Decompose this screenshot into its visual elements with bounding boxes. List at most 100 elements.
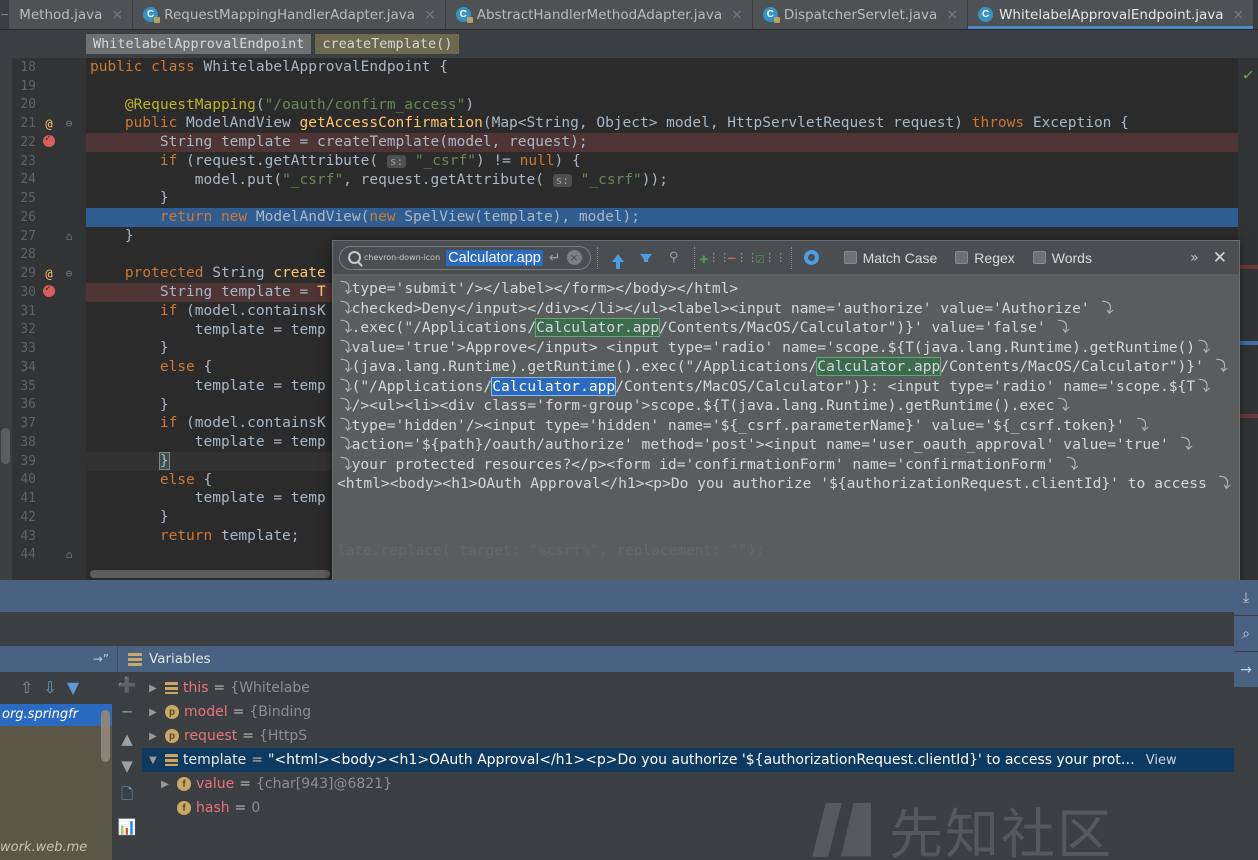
gutter-marker[interactable] [40, 283, 58, 300]
find-all-icon[interactable]: ⚲ [660, 245, 688, 271]
collapse-frames-icon[interactable]: →” [0, 646, 118, 672]
collapse-icon[interactable]: → [1234, 652, 1258, 688]
debug-tool-window[interactable]: →” Variables ⇧ ⇩ ▼ org.springfr work.web… [0, 646, 1258, 860]
variables-tree[interactable]: ▶ this = {Whitelabe ▶ p model = {Binding ▶ p reques… [142, 672, 1258, 860]
fold-marker[interactable]: ⊖ [58, 117, 80, 130]
gutter-line[interactable]: 34 [0, 358, 86, 377]
checkbox[interactable] [955, 251, 969, 264]
code-line[interactable]: return new ModelAndView(new SpelView(tem… [86, 208, 1258, 227]
filter-icon[interactable]: ▼ [67, 678, 79, 697]
option-words[interactable]: Words [1032, 250, 1092, 266]
tab-abstracthandlermethodadapter-java[interactable]: C AbstractHandlerMethodAdapter.java × [445, 0, 753, 29]
find-preview-line[interactable]: ⤵type='hidden'/><input type='hidden' nam… [333, 416, 1239, 436]
find-preview-line[interactable]: ⤵checked>Deny</input></div></li></ul><la… [333, 299, 1239, 319]
close-icon[interactable]: × [731, 7, 743, 23]
find-preview-line[interactable]: <html><body><h1>OAuth Approval</h1><p>Do… [333, 474, 1239, 494]
tab-requestmappinghandleradapter-java[interactable]: C RequestMappingHandlerAdapter.java × [133, 0, 446, 29]
search-query-text[interactable]: Calculator.app [446, 249, 543, 266]
find-preview-line[interactable]: ⤵action='${path}/oauth/authorize' method… [333, 435, 1239, 455]
find-preview-line[interactable]: ⤵("/Applications/Calculator.app/Contents… [333, 376, 1239, 397]
gutter-line[interactable]: 44 ⌂ [0, 546, 86, 565]
breadcrumb-class[interactable]: WhitelabelApprovalEndpoint [86, 34, 312, 54]
close-icon[interactable]: ✕ [1213, 248, 1227, 268]
export-icon[interactable]: ⤓ [1234, 580, 1258, 616]
tab-dispatcherservlet-java[interactable]: C DispatcherServlet.java × [752, 0, 969, 29]
gutter-line[interactable]: 21 @ ⊖ [0, 114, 86, 133]
gutter-line[interactable]: 25 [0, 189, 86, 208]
close-icon[interactable]: × [111, 7, 123, 23]
close-icon[interactable]: × [1233, 7, 1245, 23]
variable-row[interactable]: f hash = 0 [142, 796, 1258, 820]
expand-toggle[interactable]: ▼ [146, 755, 160, 766]
breakpoint-icon[interactable] [43, 133, 55, 147]
code-line[interactable]: } [86, 189, 1258, 208]
editor-gutter[interactable]: 18192021@⊖222324252627⌂2829@⊖30313233343… [0, 58, 86, 580]
find-preview-line[interactable]: ⤵your protected resources?</p><form id='… [333, 455, 1239, 475]
move-down-icon[interactable]: ▼ [121, 757, 133, 775]
expand-toggle[interactable]: ▶ [146, 731, 160, 742]
fold-marker[interactable]: ⌂ [58, 548, 80, 561]
checkbox[interactable] [843, 251, 857, 264]
gutter-line[interactable]: 19 [0, 77, 86, 96]
tab-variables[interactable]: Variables [118, 646, 221, 672]
find-preview-line[interactable]: ⤵(java.lang.Runtime).getRuntime().exec("… [333, 357, 1239, 377]
expand-more-icon[interactable]: » [1190, 250, 1199, 266]
gutter-line[interactable]: 38 [0, 433, 86, 452]
view-value-link[interactable]: View [1146, 753, 1177, 768]
variable-row[interactable]: ▶ p request = {HttpS [142, 724, 1258, 748]
code-line[interactable]: public ModelAndView getAccessConfirmatio… [86, 114, 1258, 133]
find-next-button[interactable] [632, 245, 660, 271]
chevron-down-icon[interactable]: chevron-down-icon [364, 253, 440, 262]
variable-row[interactable]: ▶ p model = {Binding [142, 700, 1258, 724]
gutter-line[interactable]: 23 [0, 152, 86, 171]
gutter-line[interactable]: 26 [0, 208, 86, 227]
gutter-line[interactable]: 27 ⌂ [0, 227, 86, 246]
gutter-line[interactable]: 29 @ ⊖ [0, 264, 86, 283]
error-marker[interactable] [1238, 414, 1258, 418]
move-up-icon[interactable]: ▲ [121, 730, 133, 748]
editor-marker-gutter[interactable]: ✓ [1238, 58, 1258, 580]
clear-icon[interactable]: × [566, 250, 582, 265]
expand-toggle[interactable]: ▶ [146, 707, 160, 718]
gutter-line[interactable]: 36 [0, 396, 86, 415]
option-match-case[interactable]: Match Case [843, 250, 937, 266]
gutter-line[interactable]: 39 [0, 452, 86, 471]
frame-item[interactable]: org.springfr [0, 704, 112, 726]
gutter-line[interactable]: 20 [0, 96, 86, 115]
evaluate-expression-icon[interactable]: 📊 [118, 818, 137, 836]
gutter-marker[interactable]: @ [40, 117, 58, 131]
vertical-scrollbar-thumb[interactable] [1, 428, 10, 464]
gutter-marker[interactable] [40, 133, 58, 150]
fold-marker[interactable]: ⌂ [58, 230, 80, 243]
gutter-line[interactable]: 35 [0, 377, 86, 396]
expand-toggle[interactable]: ▶ [158, 779, 172, 790]
search-doc-icon[interactable]: ⌕ [1234, 616, 1258, 652]
find-preview-line[interactable]: ⤵value='true'>Approve</input> <input typ… [333, 338, 1239, 358]
gutter-line[interactable]: 18 [0, 58, 86, 77]
code-line[interactable]: @RequestMapping("/oauth/confirm_access") [86, 96, 1258, 115]
enter-icon[interactable]: ↵ [549, 250, 561, 266]
gutter-marker[interactable]: @ [40, 267, 58, 281]
gutter-line[interactable]: 22 [0, 133, 86, 152]
breakpoint-icon[interactable] [43, 283, 55, 297]
gutter-line[interactable]: 33 [0, 339, 86, 358]
variable-row[interactable]: ▶ this = {Whitelabe [142, 676, 1258, 700]
select-all-occurrences-icon[interactable]: ☑ ⋮⋮ [755, 245, 786, 271]
gutter-line[interactable]: 30 [0, 283, 86, 302]
breadcrumb-method[interactable]: createTemplate() [315, 34, 460, 54]
fold-marker[interactable]: ⊖ [58, 267, 80, 280]
frames-list[interactable]: org.springfr work.web.me [0, 704, 112, 860]
gutter-line[interactable]: 41 [0, 489, 86, 508]
gutter-line[interactable]: 31 [0, 302, 86, 321]
code-line[interactable] [86, 77, 1258, 96]
copy-icon[interactable]: 🗋 [121, 784, 133, 809]
option-regex[interactable]: Regex [955, 250, 1015, 266]
tab-scroll-left-icon[interactable]: − [0, 0, 10, 29]
override-marker-icon[interactable]: @ [45, 267, 52, 281]
add-watch-icon[interactable]: ➕ [118, 676, 137, 694]
find-previous-button[interactable] [604, 245, 632, 271]
arrow-up-icon[interactable]: ⇧ [20, 678, 33, 697]
code-line[interactable]: if (request.getAttribute( s: "_csrf") !=… [86, 152, 1258, 171]
override-marker-icon[interactable]: @ [45, 117, 52, 131]
tab-method-java[interactable]: Method.java × [9, 0, 134, 29]
